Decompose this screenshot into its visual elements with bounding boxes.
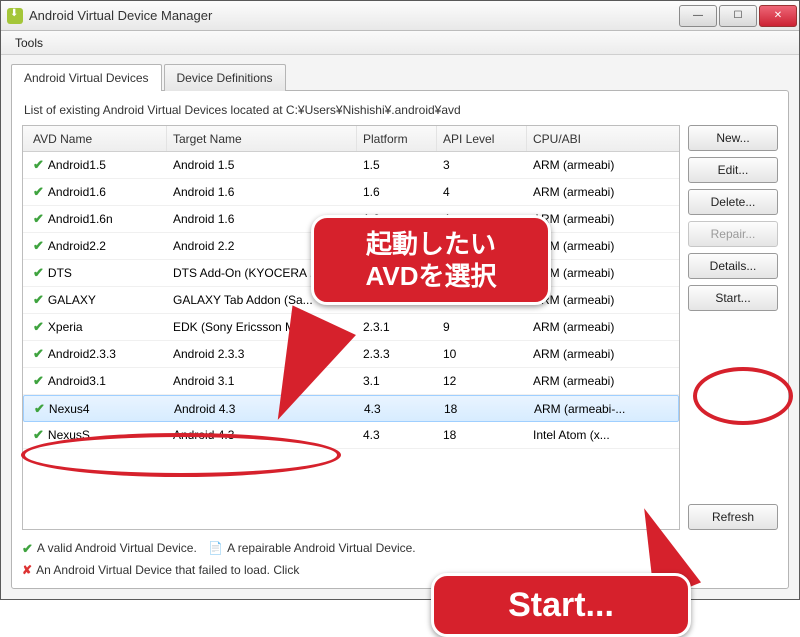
cell-name: ✔Android1.6 bbox=[27, 184, 167, 200]
check-icon: ✔ bbox=[33, 319, 44, 335]
check-icon: ✔ bbox=[33, 292, 44, 308]
check-icon: ✔ bbox=[33, 265, 44, 281]
table-header-row: AVD Name Target Name Platform API Level … bbox=[23, 126, 679, 152]
maximize-button[interactable]: ☐ bbox=[719, 5, 757, 27]
cell-target: Android 1.6 bbox=[167, 185, 357, 199]
cell-platform: 2.3.3 bbox=[357, 347, 437, 361]
close-button[interactable]: ✕ bbox=[759, 5, 797, 27]
titlebar: Android Virtual Device Manager — ☐ ✕ bbox=[1, 1, 799, 31]
side-buttons: New... Edit... Delete... Repair... Detai… bbox=[688, 125, 778, 530]
col-api[interactable]: API Level bbox=[437, 126, 527, 151]
cell-platform: 4.3 bbox=[358, 402, 438, 416]
cell-api: 9 bbox=[437, 320, 527, 334]
col-target[interactable]: Target Name bbox=[167, 126, 357, 151]
cell-platform: 2.3.1 bbox=[357, 320, 437, 334]
col-cpu[interactable]: CPU/ABI bbox=[527, 126, 675, 151]
check-icon: ✔ bbox=[33, 238, 44, 254]
cell-cpu: ARM (armeabi-... bbox=[528, 402, 674, 416]
cell-target: Android 1.5 bbox=[167, 158, 357, 172]
edit-button[interactable]: Edit... bbox=[688, 157, 778, 183]
cell-api: 10 bbox=[437, 347, 527, 361]
details-button[interactable]: Details... bbox=[688, 253, 778, 279]
annotation-callout-start: Start... bbox=[431, 573, 691, 637]
cell-platform: 1.6 bbox=[357, 185, 437, 199]
table-row[interactable]: ✔Android1.6Android 1.61.64ARM (armeabi) bbox=[23, 179, 679, 206]
table-row[interactable]: ✔Nexus4Android 4.34.318ARM (armeabi-... bbox=[23, 395, 679, 422]
check-icon: ✔ bbox=[33, 211, 44, 227]
cell-api: 3 bbox=[437, 158, 527, 172]
cell-cpu: ARM (armeabi) bbox=[527, 185, 675, 199]
cell-name: ✔Xperia bbox=[27, 319, 167, 335]
cell-platform: 4.3 bbox=[357, 428, 437, 442]
cell-api: 12 bbox=[437, 374, 527, 388]
cell-name: ✔Android1.5 bbox=[27, 157, 167, 173]
cell-api: 4 bbox=[437, 185, 527, 199]
check-icon: ✔ bbox=[33, 373, 44, 389]
check-icon: ✔ bbox=[33, 427, 44, 443]
x-icon: ✘ bbox=[22, 560, 32, 580]
cell-name: ✔Android2.2 bbox=[27, 238, 167, 254]
cell-name: ✔DTS bbox=[27, 265, 167, 281]
list-description: List of existing Android Virtual Devices… bbox=[24, 103, 778, 117]
cell-name: ✔NexusS bbox=[27, 427, 167, 443]
client-area: Android Virtual Devices Device Definitio… bbox=[1, 55, 799, 599]
start-button[interactable]: Start... bbox=[688, 285, 778, 311]
check-icon: ✔ bbox=[33, 157, 44, 173]
tab-strip: Android Virtual Devices Device Definitio… bbox=[11, 64, 789, 91]
window-controls: — ☐ ✕ bbox=[677, 5, 797, 27]
avd-table: AVD Name Target Name Platform API Level … bbox=[22, 125, 680, 530]
repair-icon: 📄 bbox=[208, 538, 223, 558]
cell-platform: 1.5 bbox=[357, 158, 437, 172]
spacer bbox=[688, 317, 778, 498]
check-icon: ✔ bbox=[22, 538, 33, 560]
cell-cpu: Intel Atom (x... bbox=[527, 428, 675, 442]
tab-device-definitions[interactable]: Device Definitions bbox=[164, 64, 286, 91]
repair-button[interactable]: Repair... bbox=[688, 221, 778, 247]
minimize-button[interactable]: — bbox=[679, 5, 717, 27]
cell-api: 18 bbox=[438, 402, 528, 416]
delete-button[interactable]: Delete... bbox=[688, 189, 778, 215]
check-icon: ✔ bbox=[33, 184, 44, 200]
menubar: Tools bbox=[1, 31, 799, 55]
cell-api: 18 bbox=[437, 428, 527, 442]
col-platform[interactable]: Platform bbox=[357, 126, 437, 151]
menu-tools[interactable]: Tools bbox=[7, 33, 51, 53]
new-button[interactable]: New... bbox=[688, 125, 778, 151]
cell-cpu: ARM (armeabi) bbox=[527, 374, 675, 388]
cell-target: Android 4.3 bbox=[167, 428, 357, 442]
table-row[interactable]: ✔NexusSAndroid 4.34.318Intel Atom (x... bbox=[23, 422, 679, 449]
window-title: Android Virtual Device Manager bbox=[29, 8, 677, 23]
check-icon: ✔ bbox=[34, 401, 45, 417]
annotation-callout-select: 起動したい AVDを選択 bbox=[311, 215, 551, 305]
tab-avd[interactable]: Android Virtual Devices bbox=[11, 64, 162, 91]
cell-name: ✔Android3.1 bbox=[27, 373, 167, 389]
check-icon: ✔ bbox=[33, 346, 44, 362]
cell-cpu: ARM (armeabi) bbox=[527, 320, 675, 334]
cell-cpu: ARM (armeabi) bbox=[527, 158, 675, 172]
col-avd-name[interactable]: AVD Name bbox=[27, 126, 167, 151]
table-row[interactable]: ✔Android3.1Android 3.13.112ARM (armeabi) bbox=[23, 368, 679, 395]
table-wrap: AVD Name Target Name Platform API Level … bbox=[22, 125, 778, 530]
cell-name: ✔Android1.6n bbox=[27, 211, 167, 227]
android-icon bbox=[7, 8, 23, 24]
table-row[interactable]: ✔Android1.5Android 1.51.53ARM (armeabi) bbox=[23, 152, 679, 179]
cell-name: ✔Nexus4 bbox=[28, 401, 168, 417]
cell-cpu: ARM (armeabi) bbox=[527, 347, 675, 361]
cell-name: ✔GALAXY bbox=[27, 292, 167, 308]
cell-platform: 3.1 bbox=[357, 374, 437, 388]
app-window: Android Virtual Device Manager — ☐ ✕ Too… bbox=[0, 0, 800, 600]
refresh-button[interactable]: Refresh bbox=[688, 504, 778, 530]
cell-name: ✔Android2.3.3 bbox=[27, 346, 167, 362]
